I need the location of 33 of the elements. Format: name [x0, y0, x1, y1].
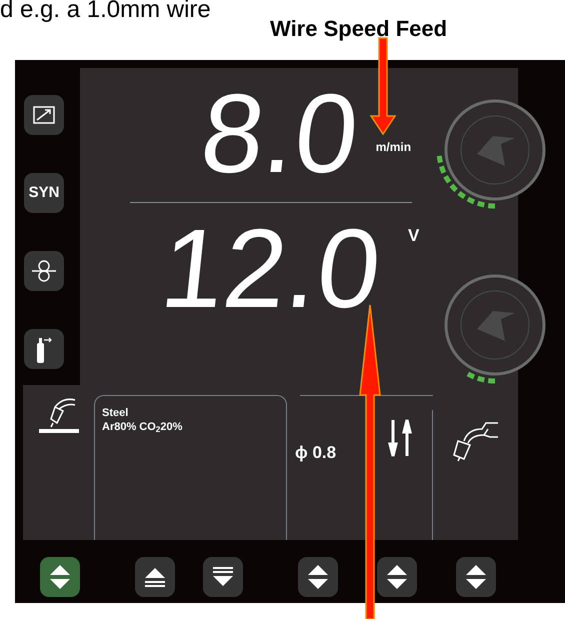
arrow-button[interactable] [456, 557, 496, 597]
arrow-button[interactable] [40, 557, 80, 597]
up-down-arrows-icon [388, 418, 412, 458]
control-knob[interactable] [444, 100, 546, 200]
up-down-arrows-icon [386, 564, 408, 590]
unit-label: m/min [376, 139, 412, 156]
material-text: Steel [102, 406, 130, 420]
eject-down-icon [212, 567, 234, 587]
side-button[interactable]: SYN [24, 173, 64, 213]
side-button[interactable] [24, 251, 64, 291]
welding-gun-icon [36, 397, 80, 435]
ramp-icon [33, 106, 55, 124]
readout-value: 8.0 [196, 80, 364, 188]
unit-label: V [408, 225, 420, 247]
arrow-button[interactable] [298, 557, 338, 597]
button-label: SYN [28, 182, 60, 203]
wire-diameter: ϕ 0.8 [295, 442, 336, 464]
side-button[interactable] [24, 95, 64, 135]
spool-icon [31, 259, 57, 283]
control-knob[interactable] [444, 274, 546, 376]
side-button[interactable] [24, 329, 64, 369]
logo-icon [477, 136, 515, 166]
eject-up-icon [144, 567, 166, 587]
arrow-button[interactable] [377, 557, 417, 597]
logo-icon [477, 311, 515, 341]
up-down-arrows-icon [465, 564, 487, 590]
arrow-button[interactable] [203, 557, 243, 597]
up-down-arrows-icon [49, 564, 71, 590]
readout-value: 12.0 [156, 215, 386, 323]
annotation-label: Wire Speed Feed [270, 16, 448, 41]
material-text: Ar80% CO$_{2}$20% [102, 420, 184, 434]
arrow-button[interactable] [135, 557, 175, 597]
up-down-arrows-icon [307, 564, 329, 590]
